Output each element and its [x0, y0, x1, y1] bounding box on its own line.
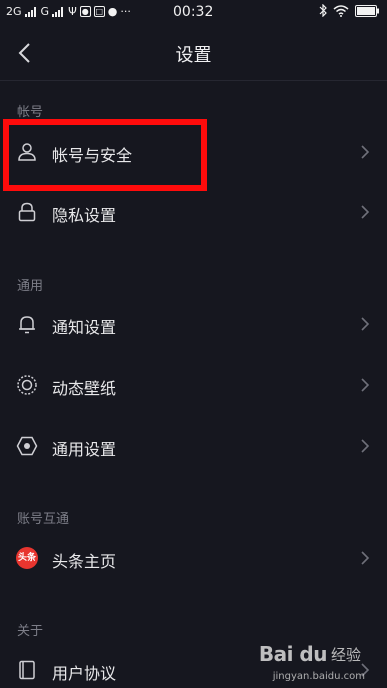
user-agreement-label: 用户协议 [52, 664, 117, 683]
privacy-settings-item[interactable]: 隐私设置 [0, 184, 387, 242]
toutiao-home-item[interactable]: 头条 头条主页 [0, 530, 387, 588]
wifi-icon [333, 4, 349, 20]
wallpaper-icon [17, 375, 37, 395]
network-label-1: 2G [6, 5, 22, 18]
chevron-right-icon [361, 551, 370, 565]
toutiao-logo-icon: 头条 [16, 547, 38, 569]
section-header-interconnect: 账号互通 [17, 512, 70, 527]
notification-app-icon-2: □ [93, 6, 105, 17]
chevron-right-icon [361, 378, 370, 392]
section-header-about: 关于 [17, 624, 44, 639]
watermark-url: jingyan.baidu.com [272, 671, 365, 682]
more-dots-icon: ··· [120, 5, 131, 18]
live-wallpaper-label: 动态壁纸 [52, 379, 117, 398]
notification-settings-label: 通知设置 [52, 318, 117, 337]
document-icon [19, 660, 35, 680]
chevron-right-icon [361, 317, 370, 331]
status-time: 00:32 [173, 4, 214, 20]
account-security-item[interactable]: 帐号与安全 [0, 124, 387, 182]
status-right [319, 3, 379, 20]
message-icon: ● [107, 5, 118, 18]
section-header-account: 帐号 [17, 105, 44, 120]
signal-icon [24, 6, 36, 17]
privacy-settings-label: 隐私设置 [52, 206, 117, 225]
status-left: 2G G Ψ ● □ ● ··· [6, 5, 131, 18]
bell-icon [19, 316, 35, 334]
signal-icon-2 [52, 6, 64, 17]
notification-app-icon: ● [79, 6, 91, 17]
section-header-general: 通用 [17, 279, 44, 294]
toutiao-badge-text: 头条 [17, 553, 36, 563]
user-icon [18, 143, 36, 161]
network-label-2: G [40, 5, 50, 18]
usb-icon: Ψ [68, 5, 77, 18]
chevron-right-icon [361, 145, 370, 159]
status-bar: 2G G Ψ ● □ ● ··· 00:32 [0, 0, 387, 26]
bluetooth-icon [319, 3, 327, 20]
chevron-right-icon [361, 205, 370, 219]
watermark-text: 经验 [330, 645, 361, 664]
baidu-logo: Bai du [258, 642, 328, 666]
toutiao-home-label: 头条主页 [52, 552, 117, 571]
hexagon-settings-icon [16, 436, 38, 456]
navigation-bar: 设置 [0, 26, 387, 81]
lock-icon [18, 202, 36, 222]
notification-settings-item[interactable]: 通知设置 [0, 296, 387, 354]
battery-icon [355, 4, 379, 20]
chevron-right-icon [361, 439, 370, 453]
live-wallpaper-item[interactable]: 动态壁纸 [0, 357, 387, 415]
page-title: 设置 [175, 45, 212, 66]
baidu-watermark: Bai du 经验 [259, 642, 361, 666]
general-settings-item[interactable]: 通用设置 [0, 418, 387, 476]
general-settings-label: 通用设置 [52, 440, 117, 459]
account-security-label: 帐号与安全 [52, 146, 133, 165]
